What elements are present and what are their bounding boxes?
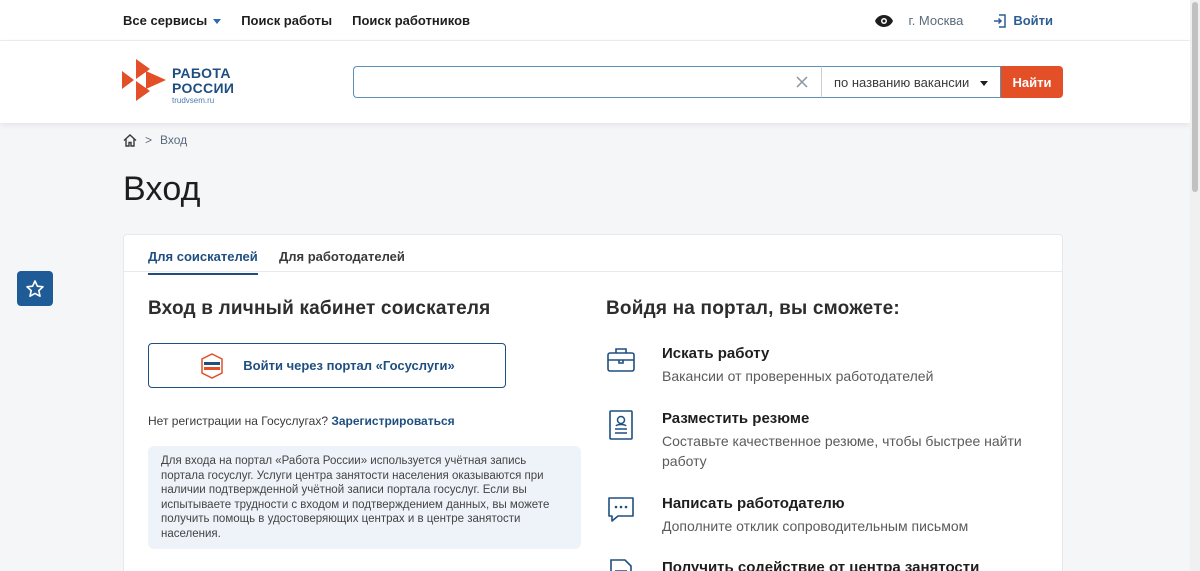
feature-desc: Составьте качественное резюме, чтобы быс…	[662, 433, 1022, 469]
benefits-heading: Войдя на портал, вы сможете:	[606, 298, 900, 319]
tab-job-seekers[interactable]: Для соискателей	[148, 249, 258, 275]
logo-url: trudvsem.ru	[172, 96, 215, 105]
search-input[interactable]	[353, 66, 821, 98]
top-right: г. Москва Войти	[874, 0, 1053, 41]
login-icon	[994, 13, 1007, 28]
top-nav: Все сервисы Поиск работы Поиск работнико…	[123, 0, 490, 41]
all-services-menu[interactable]: Все сервисы	[123, 13, 222, 28]
resume-icon	[609, 410, 633, 440]
page-scrollbar[interactable]	[1190, 0, 1200, 571]
feature-title: Разместить резюме	[662, 410, 810, 427]
favorites-button[interactable]	[17, 271, 53, 306]
chat-icon	[608, 497, 634, 522]
gosuslugi-logo-icon	[201, 352, 224, 379]
nav-job-search[interactable]: Поиск работы	[241, 13, 332, 28]
feature-desc: Вакансии от проверенных работодателей	[662, 368, 934, 384]
feature-title: Получить содействие от центра занятости	[662, 559, 980, 571]
search-mode-select[interactable]: по названию вакансии	[821, 66, 1001, 98]
login-label: Войти	[1013, 13, 1053, 28]
logo-line1: РАБОТА	[172, 65, 231, 81]
home-icon[interactable]	[123, 133, 137, 147]
chevron-down-icon	[980, 80, 988, 86]
register-link[interactable]: Зарегистрироваться	[331, 414, 454, 428]
clear-search-icon[interactable]	[795, 75, 809, 89]
gosuslugi-login-button[interactable]: Войти через портал «Госуслуги»	[148, 343, 506, 388]
breadcrumb-current: Вход	[160, 133, 188, 147]
top-bar: Все сервисы Поиск работы Поиск работнико…	[0, 0, 1190, 41]
briefcase-icon	[607, 348, 635, 372]
breadcrumb: > Вход	[123, 133, 187, 147]
login-heading: Вход в личный кабинет соискателя	[148, 298, 491, 319]
login-link[interactable]: Войти	[993, 13, 1053, 28]
info-box: Для входа на портал «Работа России» испо…	[148, 446, 581, 549]
search-bar: по названию вакансии Найти	[353, 66, 1063, 98]
nav-worker-search[interactable]: Поиск работников	[352, 13, 470, 28]
feature-title: Написать работодателю	[662, 495, 845, 512]
chevron-down-icon	[213, 19, 222, 24]
page-title: Вход	[123, 170, 201, 208]
accessibility-eye-icon[interactable]	[874, 14, 893, 27]
search-button[interactable]: Найти	[1001, 66, 1063, 98]
breadcrumb-separator: >	[145, 133, 153, 147]
star-icon	[26, 279, 44, 297]
document-icon	[610, 559, 632, 571]
all-services-label: Все сервисы	[123, 13, 208, 28]
search-mode-label: по названию вакансии	[834, 74, 970, 90]
feature-desc: Дополните отклик сопроводительным письмо…	[662, 518, 969, 534]
header: РАБОТА РОССИИ trudvsem.ru по названию ва…	[0, 41, 1190, 123]
scrollbar-thumb[interactable]	[1192, 2, 1198, 192]
city-selector[interactable]: г. Москва	[909, 13, 964, 28]
no-registration-label: Нет регистрации на Госуслугах?	[148, 414, 328, 428]
login-card: Для соискателей Для работодателей Вход в…	[123, 234, 1063, 571]
logo-line2: РОССИИ	[172, 80, 235, 96]
tab-employers[interactable]: Для работодателей	[279, 249, 405, 273]
tab-bar: Для соискателей Для работодателей	[124, 235, 1062, 275]
gosuslugi-login-label: Войти через портал «Госуслуги»	[243, 358, 455, 373]
feature-title: Искать работу	[662, 345, 770, 362]
site-logo[interactable]: РАБОТА РОССИИ trudvsem.ru	[122, 57, 234, 105]
no-registration-text: Нет регистрации на Госуслугах? Зарегистр…	[148, 414, 455, 428]
logo-arrows-icon	[122, 59, 166, 101]
